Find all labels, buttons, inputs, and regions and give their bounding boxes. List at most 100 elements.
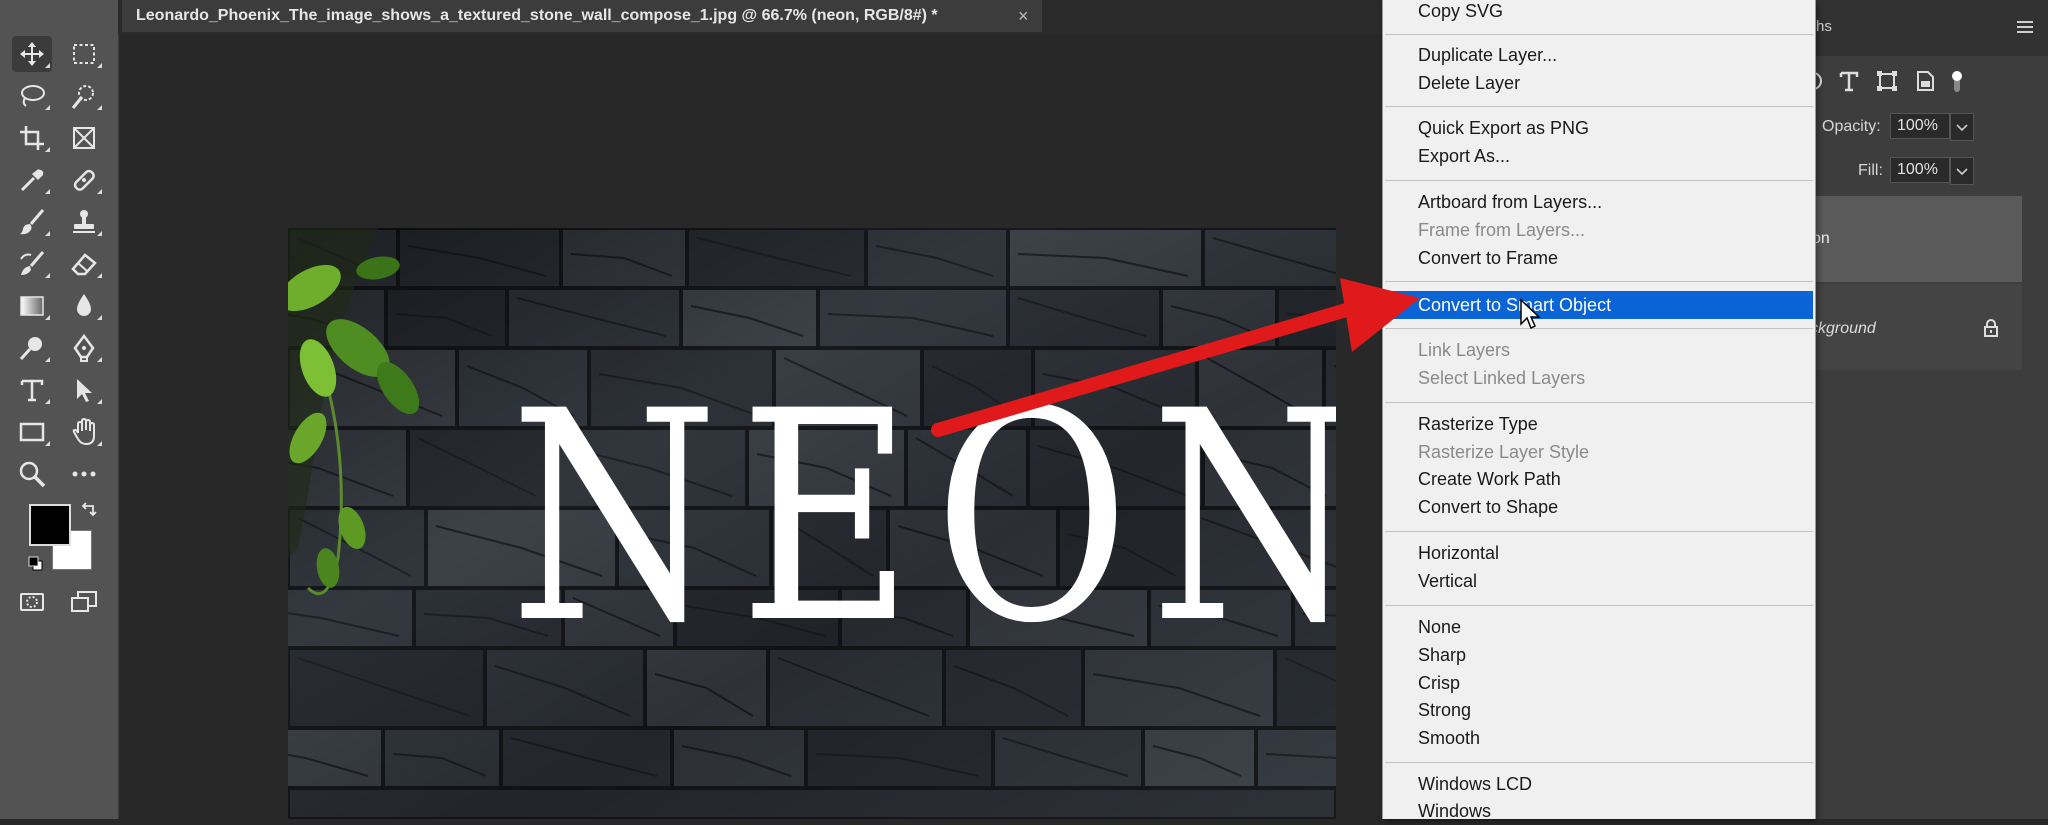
menu-item: Frame from Layers... <box>1418 220 1586 240</box>
opacity-label: Opacity: <box>1822 118 1881 135</box>
menu-item[interactable]: Delete Layer <box>1385 69 1813 97</box>
menu-item[interactable]: Strong <box>1385 696 1813 724</box>
paths-tab[interactable]: hs <box>1816 18 1832 35</box>
opacity-field[interactable]: 100% <box>1890 113 1950 139</box>
move-tool[interactable] <box>12 36 52 72</box>
menu-item[interactable]: Duplicate Layer... <box>1385 41 1813 69</box>
menu-item[interactable]: Quick Export as PNG <box>1385 114 1813 142</box>
menu-separator <box>1385 328 1813 329</box>
foreground-color-swatch[interactable] <box>29 504 71 546</box>
panel-menu-icon[interactable] <box>2016 20 2034 34</box>
more-tools-icon <box>72 471 96 477</box>
screen-mode-icon <box>71 591 97 612</box>
filter-toggle-icon[interactable] <box>1944 68 1970 94</box>
swap-colors-icon[interactable] <box>80 500 98 518</box>
document-tab-bar: Leonardo_Phoenix_The_image_shows_a_textu… <box>118 0 1382 34</box>
more-tools[interactable] <box>64 456 104 492</box>
history-brush-tool-icon <box>20 251 45 275</box>
frame-tool[interactable] <box>64 120 104 156</box>
lasso-tool-icon <box>21 85 45 107</box>
default-colors-icon[interactable] <box>28 556 44 572</box>
fill-dropdown[interactable] <box>1950 157 1974 185</box>
menu-item[interactable]: Artboard from Layers... <box>1385 188 1813 216</box>
eraser-tool[interactable] <box>64 246 104 282</box>
brush-tool[interactable] <box>12 204 52 240</box>
filter-type-icon[interactable] <box>1836 68 1862 94</box>
marquee-tool-icon <box>73 44 95 64</box>
gradient-tool-icon <box>20 296 44 316</box>
dodge-tool[interactable] <box>12 330 52 366</box>
menu-item[interactable]: Convert to Smart Object <box>1385 291 1813 319</box>
history-brush-tool[interactable] <box>12 246 52 282</box>
stamp-tool-icon <box>73 210 95 233</box>
panel-tab-row: hs <box>1790 0 2048 56</box>
rectangle-tool[interactable] <box>12 414 52 450</box>
menu-item[interactable]: Windows <box>1385 797 1813 825</box>
menu-item[interactable]: Sharp <box>1385 641 1813 669</box>
quick-mask-icon <box>20 593 44 611</box>
document-canvas[interactable]: NEON <box>288 228 1336 819</box>
filter-shape-icon[interactable] <box>1874 68 1900 94</box>
tools-panel <box>0 0 119 819</box>
menu-item: Rasterize Layer Style <box>1418 442 1590 462</box>
path-selection-tool-icon <box>77 379 92 402</box>
eraser-tool-icon <box>71 253 97 276</box>
blur-tool-icon <box>77 294 91 316</box>
fill-field[interactable]: 100% <box>1890 157 1950 183</box>
layer-row-background[interactable]: ckground <box>1790 284 2022 370</box>
menu-item[interactable]: Copy SVG <box>1385 0 1813 25</box>
menu-item[interactable]: Smooth <box>1385 724 1813 752</box>
opacity-dropdown[interactable] <box>1950 113 1974 141</box>
menu-item[interactable]: Export As... <box>1385 142 1813 170</box>
stamp-tool[interactable] <box>64 204 104 240</box>
opacity-row: Opacity: 100% <box>1790 112 2048 142</box>
screen-mode-button[interactable] <box>64 584 104 620</box>
crop-tool[interactable] <box>12 120 52 156</box>
menu-item[interactable]: Create Work Path <box>1385 465 1813 493</box>
close-tab-icon[interactable]: × <box>1018 6 1042 27</box>
menu-item[interactable]: Windows LCD <box>1385 770 1813 798</box>
menu-separator <box>1385 180 1813 181</box>
menu-item[interactable]: Vertical <box>1385 567 1813 595</box>
menu-item[interactable]: Convert to Frame <box>1385 244 1813 272</box>
menu-item[interactable]: Rasterize Type <box>1385 410 1813 438</box>
chevron-down-icon <box>1956 168 1968 176</box>
menu-item: Select Linked Layers <box>1418 368 1586 388</box>
layer-filter-row <box>1790 62 2048 102</box>
pen-tool[interactable] <box>64 330 104 366</box>
gradient-tool[interactable] <box>12 288 52 324</box>
healing-brush-tool-icon <box>73 169 95 191</box>
layer-name: ckground <box>1810 320 1876 337</box>
marquee-tool[interactable] <box>64 36 104 72</box>
healing-brush-tool[interactable] <box>64 162 104 198</box>
hand-tool[interactable] <box>64 414 104 450</box>
fill-row: Fill: 100% <box>1790 156 2048 186</box>
document-tab[interactable]: Leonardo_Phoenix_The_image_shows_a_textu… <box>122 0 1042 32</box>
brush-tool-icon <box>20 209 45 235</box>
quick-selection-tool[interactable] <box>64 78 104 114</box>
dodge-tool-icon <box>19 337 42 361</box>
path-selection-tool[interactable] <box>64 372 104 408</box>
menu-separator <box>1385 531 1813 532</box>
zoom-tool[interactable] <box>12 456 52 492</box>
type-tool-icon <box>20 379 44 402</box>
layer-row-neon[interactable]: on <box>1790 196 2022 282</box>
menu-item[interactable]: None <box>1385 613 1813 641</box>
blur-tool[interactable] <box>64 288 104 324</box>
fill-label: Fill: <box>1858 162 1883 179</box>
eyedropper-tool[interactable] <box>12 162 52 198</box>
menu-separator <box>1385 34 1813 35</box>
zoom-tool-icon <box>19 461 46 488</box>
menu-item[interactable]: Horizontal <box>1385 539 1813 567</box>
type-tool[interactable] <box>12 372 52 408</box>
neon-text-layer[interactable]: NEON <box>510 374 1336 664</box>
quick-mask-button[interactable] <box>12 584 52 620</box>
menu-item: Link Layers <box>1418 340 1511 360</box>
mouse-cursor-icon <box>1520 298 1541 330</box>
menu-item[interactable]: Crisp <box>1385 669 1813 697</box>
menu-item[interactable]: Convert to Shape <box>1385 493 1813 521</box>
pen-tool-icon <box>73 333 95 362</box>
filter-smart-object-icon[interactable] <box>1912 68 1938 94</box>
lasso-tool[interactable] <box>12 78 52 114</box>
menu-separator <box>1385 762 1813 763</box>
